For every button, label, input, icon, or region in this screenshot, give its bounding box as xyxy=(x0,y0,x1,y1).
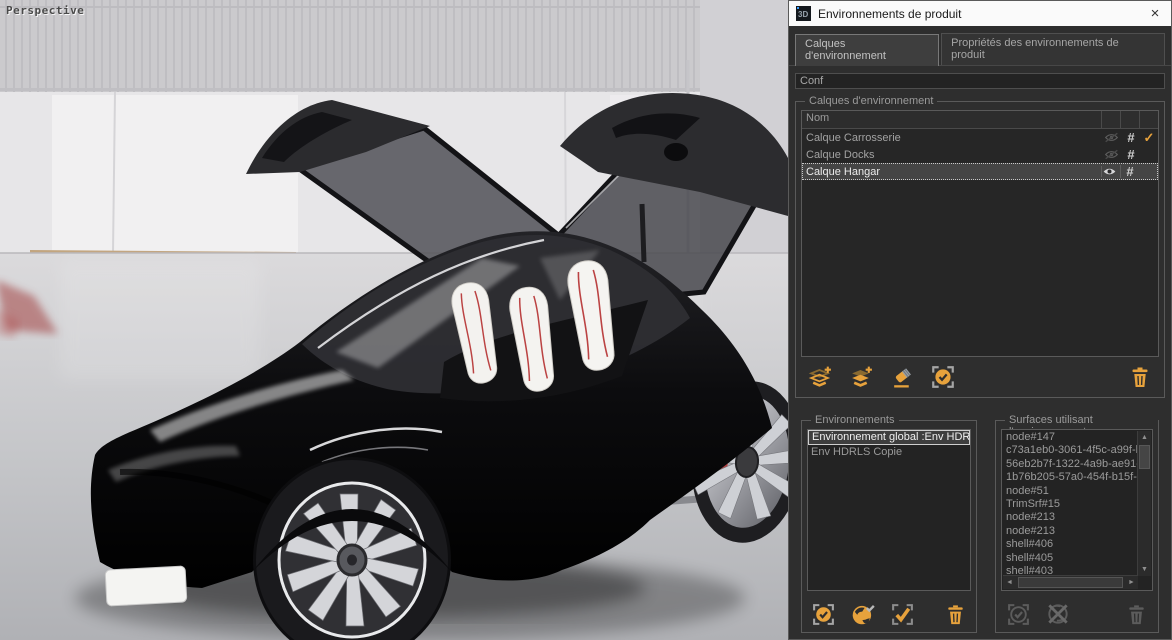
layers-groupbox: Calques d'environnement Nom Calque Carro… xyxy=(795,101,1165,398)
select-active-check-button[interactable] xyxy=(930,364,956,390)
list-item-env-copie[interactable]: Env HDRLS Copie xyxy=(808,445,970,460)
layers-toolbar xyxy=(801,357,1159,392)
environments-group-title: Environnements xyxy=(811,414,899,426)
environments-groupbox: Environnements Environnement global :Env… xyxy=(801,420,977,633)
layers-group-title: Calques d'environnement xyxy=(805,95,937,107)
eye-slash-icon[interactable] xyxy=(1104,132,1122,143)
scroll-up-icon[interactable]: ▲ xyxy=(1138,431,1151,444)
column-header-nom[interactable]: Nom xyxy=(802,111,1102,128)
column-header-hash[interactable] xyxy=(1121,111,1140,128)
environments-window: 3D Environnements de produit × Calques d… xyxy=(788,0,1172,640)
select-active-check-button-disabled[interactable] xyxy=(1005,601,1031,627)
viewport-label: Perspective xyxy=(6,4,84,17)
list-item-env-global[interactable]: Environnement global :Env HDRLS xyxy=(808,430,970,445)
tab-bar: Calques d'environnement Propriétés des e… xyxy=(789,26,1171,66)
environments-toolbar xyxy=(807,591,971,627)
scrollbar-thumb[interactable] xyxy=(1018,577,1123,588)
scrollbar-thumb[interactable] xyxy=(1139,445,1150,469)
eraser-icon[interactable] xyxy=(889,364,915,390)
list-item[interactable]: node#213 xyxy=(1003,511,1138,524)
delete-surface-trash-icon-disabled[interactable] xyxy=(1123,601,1149,627)
close-icon[interactable]: × xyxy=(1146,6,1164,21)
list-item[interactable]: node#147 xyxy=(1003,431,1138,444)
render-scene xyxy=(0,0,788,640)
layers-table-header: Nom xyxy=(802,111,1158,129)
scroll-right-icon[interactable]: ► xyxy=(1125,576,1138,589)
surfaces-list: node#147c73a1eb0-3061-4f5c-a99f-b733c922… xyxy=(1001,429,1153,591)
layer-row-docks[interactable]: Calque Docks # xyxy=(802,146,1158,163)
window-title: Environnements de produit xyxy=(818,7,1139,21)
duplicate-layer-button[interactable] xyxy=(848,364,874,390)
list-item[interactable]: TrimSrf#15 xyxy=(1003,498,1138,511)
layer-row-hangar[interactable]: Calque Hangar # xyxy=(802,163,1158,180)
tab-proprietes-environnements[interactable]: Propriétés des environnements de produit xyxy=(941,33,1165,65)
apply-check-button[interactable] xyxy=(890,601,915,627)
list-item[interactable]: shell#405 xyxy=(1003,552,1138,565)
vertical-scrollbar[interactable]: ▲ ▼ xyxy=(1137,431,1151,576)
surfaces-groupbox: Surfaces utilisant l'environnement node#… xyxy=(995,420,1159,633)
app-icon: 3D xyxy=(796,6,811,21)
bottom-section: Environnements Environnement global :Env… xyxy=(795,410,1165,633)
conf-input[interactable] xyxy=(795,73,1165,89)
layers-table: Nom Calque Carrosserie # ✓ Calque Docks xyxy=(801,110,1159,357)
list-item[interactable]: 1b76b205-57a0-454f-b15f-088169e0 xyxy=(1003,471,1138,484)
new-layer-button[interactable] xyxy=(807,364,833,390)
eye-slash-icon[interactable] xyxy=(1104,149,1122,160)
hash-icon[interactable]: # xyxy=(1122,148,1140,161)
svg-text:3D: 3D xyxy=(798,10,808,19)
list-item[interactable]: shell#406 xyxy=(1003,538,1138,551)
scroll-down-icon[interactable]: ▼ xyxy=(1138,563,1151,576)
scroll-left-icon[interactable]: ◄ xyxy=(1003,576,1016,589)
layer-row-carrosserie[interactable]: Calque Carrosserie # ✓ xyxy=(802,129,1158,146)
layers-empty-area[interactable] xyxy=(802,180,1158,356)
list-item[interactable]: node#213 xyxy=(1003,525,1138,538)
list-item[interactable]: c73a1eb0-3061-4f5c-a99f-b733c922 xyxy=(1003,444,1138,457)
delete-layer-trash-icon[interactable] xyxy=(1127,364,1153,390)
list-item[interactable]: 56eb2b7f-1322-4a9b-ae91-8eeda494 xyxy=(1003,458,1138,471)
window-titlebar[interactable]: 3D Environnements de produit × xyxy=(789,1,1171,26)
tab-calques-environnement[interactable]: Calques d'environnement xyxy=(795,34,939,66)
license-plate xyxy=(105,566,187,606)
globe-crossed-icon-disabled[interactable] xyxy=(1045,601,1071,627)
horizontal-scrollbar[interactable]: ◄ ► xyxy=(1003,575,1138,589)
delete-environment-trash-icon[interactable] xyxy=(943,601,967,627)
list-item[interactable]: node#51 xyxy=(1003,485,1138,498)
globe-check-icon[interactable] xyxy=(850,601,876,627)
column-header-visibility[interactable] xyxy=(1102,111,1121,128)
eye-icon[interactable] xyxy=(1101,166,1120,177)
app-window: Perspective 3D Environnements de produit… xyxy=(0,0,1172,640)
surfaces-toolbar xyxy=(1001,591,1153,627)
hash-icon[interactable]: # xyxy=(1122,131,1140,144)
hash-icon[interactable]: # xyxy=(1120,165,1139,178)
active-check-icon[interactable]: ✓ xyxy=(1140,130,1158,146)
environments-list: Environnement global :Env HDRLS Env HDRL… xyxy=(807,429,971,591)
3d-viewport[interactable]: Perspective xyxy=(0,0,788,640)
column-header-active[interactable] xyxy=(1140,111,1158,128)
select-active-check-button[interactable] xyxy=(811,601,836,627)
